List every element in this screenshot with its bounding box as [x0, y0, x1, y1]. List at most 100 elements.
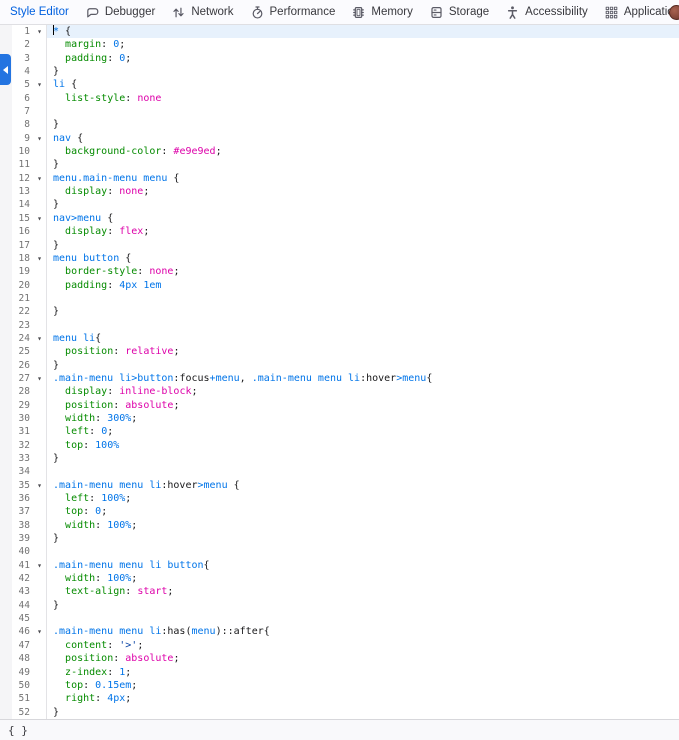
code-line-content[interactable]: li {	[47, 78, 679, 91]
code-line-content[interactable]: menu li{	[47, 332, 679, 345]
code-line: 29 position: absolute;	[0, 399, 679, 412]
code-line-content[interactable]: nav {	[47, 132, 679, 145]
code-line-content[interactable]: * {	[47, 25, 679, 38]
code-line-content[interactable]: display: flex;	[47, 225, 679, 238]
code-line-content[interactable]	[47, 319, 679, 332]
code-line-content[interactable]: top: 100%	[47, 439, 679, 452]
fold-gutter	[33, 239, 47, 252]
code-line-content[interactable]: }	[47, 239, 679, 252]
code-line-content[interactable]: }	[47, 305, 679, 318]
sidebar-splitter	[0, 25, 12, 38]
code-line-content[interactable]: position: absolute;	[47, 652, 679, 665]
code-line-content[interactable]: background-color: #e9e9ed;	[47, 145, 679, 158]
tab-storage[interactable]: Storage	[421, 0, 497, 24]
tab-debugger[interactable]: Debugger	[77, 0, 164, 24]
code-line-content[interactable]: text-align: start;	[47, 585, 679, 598]
extension-avatar-icon[interactable]	[669, 5, 679, 20]
code-line-content[interactable]: .main-menu menu li:hover>menu {	[47, 479, 679, 492]
fold-gutter	[33, 38, 47, 51]
sidebar-splitter	[0, 332, 12, 345]
code-line-content[interactable]: margin: 0;	[47, 38, 679, 51]
fold-arrow-icon[interactable]: ▾	[33, 78, 47, 91]
code-line-content[interactable]: left: 100%;	[47, 492, 679, 505]
code-line-content[interactable]: width: 100%;	[47, 519, 679, 532]
code-line-content[interactable]: padding: 0;	[47, 52, 679, 65]
fold-arrow-icon[interactable]: ▾	[33, 172, 47, 185]
code-line-content[interactable]	[47, 292, 679, 305]
code-line-content[interactable]: border-style: none;	[47, 265, 679, 278]
code-line-content[interactable]	[47, 612, 679, 625]
code-line-content[interactable]: position: relative;	[47, 345, 679, 358]
fold-arrow-icon[interactable]: ▾	[33, 372, 47, 385]
code-line-content[interactable]: }	[47, 158, 679, 171]
code-line-content[interactable]: .main-menu menu li:has(menu)::after{	[47, 625, 679, 638]
code-line-content[interactable]: }	[47, 706, 679, 719]
tab-style-editor[interactable]: Style Editor	[2, 0, 77, 24]
expand-sidebar-button[interactable]	[0, 54, 11, 85]
code-line-content[interactable]: .main-menu li>button:focus+menu, .main-m…	[47, 372, 679, 385]
code-line-content[interactable]: z-index: 1;	[47, 666, 679, 679]
code-line-content[interactable]	[47, 545, 679, 558]
code-line-content[interactable]: nav>menu {	[47, 212, 679, 225]
sidebar-splitter	[0, 545, 12, 558]
line-number: 24	[12, 332, 33, 345]
tab-performance[interactable]: Performance	[242, 0, 344, 24]
code-line-content[interactable]: }	[47, 359, 679, 372]
code-line-content[interactable]: .main-menu menu li button{	[47, 559, 679, 572]
code-line-content[interactable]: display: none;	[47, 185, 679, 198]
sidebar-splitter	[0, 105, 12, 118]
line-number: 1	[12, 25, 33, 38]
tab-memory[interactable]: Memory	[343, 0, 421, 24]
code-line-content[interactable]: right: 4px;	[47, 692, 679, 705]
code-line-content[interactable]: }	[47, 65, 679, 78]
code-line-content[interactable]: display: inline-block;	[47, 385, 679, 398]
line-number: 17	[12, 239, 33, 252]
fold-gutter	[33, 425, 47, 438]
style-editor-code-panel[interactable]: 1▾* {2 margin: 0;3 padding: 0;4}5▾li {6 …	[0, 25, 679, 719]
sidebar-splitter	[0, 158, 12, 171]
code-line-content[interactable]: }	[47, 118, 679, 131]
code-line-content[interactable]: width: 100%;	[47, 572, 679, 585]
code-line-content[interactable]: }	[47, 452, 679, 465]
fold-arrow-icon[interactable]: ▾	[33, 252, 47, 265]
line-number: 8	[12, 118, 33, 131]
code-line-content[interactable]	[47, 105, 679, 118]
fold-arrow-icon[interactable]: ▾	[33, 625, 47, 638]
memory-icon	[351, 5, 366, 20]
code-line-content[interactable]: menu.main-menu menu {	[47, 172, 679, 185]
tab-accessibility[interactable]: Accessibility	[497, 0, 596, 24]
code-line-content[interactable]: }	[47, 198, 679, 211]
code-line-content[interactable]: top: 0.15em;	[47, 679, 679, 692]
code-line: 20 padding: 4px 1em	[0, 279, 679, 292]
code-line-content[interactable]: }	[47, 599, 679, 612]
code-line-content[interactable]: width: 300%;	[47, 412, 679, 425]
tab-network[interactable]: Network	[163, 0, 241, 24]
line-number: 21	[12, 292, 33, 305]
code-line: 47 content: '>';	[0, 639, 679, 652]
code-line: 44}	[0, 599, 679, 612]
fold-arrow-icon[interactable]: ▾	[33, 332, 47, 345]
fold-arrow-icon[interactable]: ▾	[33, 25, 47, 38]
line-number: 10	[12, 145, 33, 158]
tab-application[interactable]: Application	[596, 0, 679, 24]
code-line-content[interactable]: list-style: none	[47, 92, 679, 105]
sidebar-splitter	[0, 252, 12, 265]
fold-arrow-icon[interactable]: ▾	[33, 212, 47, 225]
fold-gutter	[33, 225, 47, 238]
fold-arrow-icon[interactable]: ▾	[33, 559, 47, 572]
code-line-content[interactable]: menu button {	[47, 252, 679, 265]
fold-arrow-icon[interactable]: ▾	[33, 132, 47, 145]
fold-gutter	[33, 666, 47, 679]
code-line-content[interactable]: position: absolute;	[47, 399, 679, 412]
code-line: 8}	[0, 118, 679, 131]
code-line-content[interactable]: padding: 4px 1em	[47, 279, 679, 292]
code-line-content[interactable]: }	[47, 532, 679, 545]
code-line-content[interactable]: top: 0;	[47, 505, 679, 518]
code-line-content[interactable]: left: 0;	[47, 425, 679, 438]
sidebar-splitter	[0, 519, 12, 532]
fold-arrow-icon[interactable]: ▾	[33, 479, 47, 492]
fold-gutter	[33, 505, 47, 518]
code-line-content[interactable]	[47, 465, 679, 478]
prettify-source-button[interactable]: { }	[0, 724, 36, 737]
code-line-content[interactable]: content: '>';	[47, 639, 679, 652]
